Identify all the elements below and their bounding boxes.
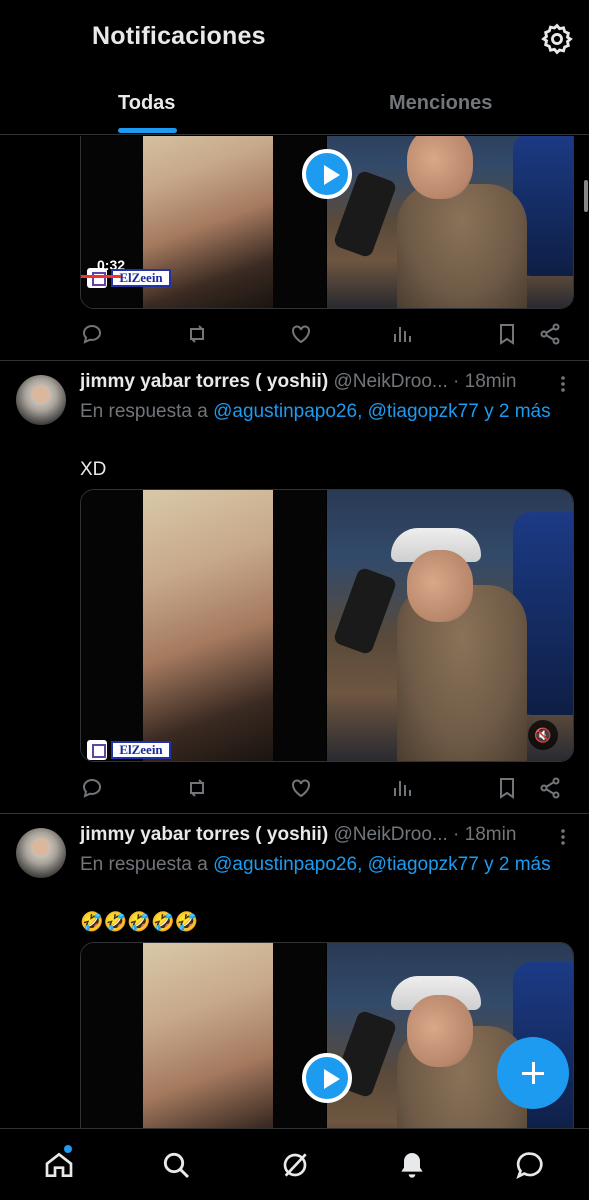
- video-player[interactable]: ElZeein 🔇: [80, 489, 574, 762]
- compose-button[interactable]: [497, 1037, 569, 1109]
- watermark: ElZeein: [111, 741, 171, 759]
- video-player[interactable]: [80, 942, 574, 1128]
- avatar[interactable]: [16, 375, 66, 425]
- home-icon[interactable]: [43, 1149, 75, 1181]
- more-vertical-icon[interactable]: [556, 827, 570, 847]
- comment-icon[interactable]: [80, 322, 104, 346]
- reply-prefix: En respuesta a: [80, 401, 208, 422]
- watermark: ElZeein: [111, 269, 171, 287]
- separator: ·: [453, 824, 460, 845]
- bell-icon[interactable]: [396, 1149, 428, 1181]
- tweet-text: XD: [80, 459, 107, 480]
- post-time: 18min: [464, 824, 517, 845]
- active-tab-indicator: [118, 128, 177, 133]
- mention-link[interactable]: @agustinpapo26: [213, 854, 357, 875]
- chart-icon[interactable]: [390, 776, 414, 800]
- reply-context: En respuesta a @agustinpapo26, @tiagopzk…: [80, 851, 570, 878]
- separator: ·: [453, 371, 460, 392]
- author-handle[interactable]: @NeikDroo...: [333, 371, 447, 392]
- tab-menciones[interactable]: Menciones: [389, 92, 492, 115]
- twitch-icon: [87, 740, 107, 760]
- mention-link[interactable]: @tiagopzk77 y 2 más: [368, 854, 551, 875]
- gear-icon[interactable]: [540, 22, 574, 56]
- divider: [0, 360, 589, 361]
- tab-todas[interactable]: Todas: [118, 92, 175, 115]
- retweet-icon[interactable]: [185, 776, 209, 800]
- notification-dot: [64, 1145, 72, 1153]
- mention-link[interactable]: @tiagopzk77 y 2 más: [368, 401, 551, 422]
- heart-icon[interactable]: [289, 322, 313, 346]
- author-handle[interactable]: @NeikDroo...: [333, 824, 447, 845]
- share-icon[interactable]: [538, 776, 562, 800]
- author-line: jimmy yabar torres ( yoshii) @NeikDroo..…: [80, 371, 516, 393]
- video-player[interactable]: 0:32 ElZeein: [80, 136, 574, 309]
- author-line: jimmy yabar torres ( yoshii) @NeikDroo..…: [80, 824, 516, 846]
- bookmark-icon[interactable]: [495, 776, 519, 800]
- twitch-icon: [87, 268, 107, 288]
- mention-comma: ,: [357, 401, 363, 422]
- mute-icon[interactable]: 🔇: [528, 720, 558, 750]
- author-name[interactable]: jimmy yabar torres ( yoshii): [80, 824, 328, 845]
- reply-context: En respuesta a @agustinpapo26, @tiagopzk…: [80, 398, 570, 425]
- post-actions: [80, 322, 560, 352]
- tweet-text: 🤣🤣🤣🤣🤣: [80, 912, 199, 933]
- grok-icon[interactable]: [279, 1149, 311, 1181]
- play-icon[interactable]: [302, 149, 352, 199]
- video-progress[interactable]: [81, 275, 281, 278]
- comment-icon[interactable]: [80, 776, 104, 800]
- share-icon[interactable]: [538, 322, 562, 346]
- page-title: Notificaciones: [92, 22, 266, 50]
- notification-feed: 0:32 ElZeein jimmy yabar torres ( yoshii…: [0, 136, 589, 1128]
- bookmark-icon[interactable]: [495, 322, 519, 346]
- bottom-nav: [0, 1128, 589, 1200]
- reply-prefix: En respuesta a: [80, 854, 208, 875]
- post-actions: [80, 776, 560, 806]
- top-header: Notificaciones Todas Menciones: [0, 0, 589, 135]
- heart-icon[interactable]: [289, 776, 313, 800]
- post-time: 18min: [464, 371, 517, 392]
- mention-comma: ,: [357, 854, 363, 875]
- avatar[interactable]: [16, 828, 66, 878]
- chart-icon[interactable]: [390, 322, 414, 346]
- play-icon[interactable]: [302, 1053, 352, 1103]
- more-vertical-icon[interactable]: [556, 374, 570, 394]
- mention-link[interactable]: @agustinpapo26: [213, 401, 357, 422]
- divider: [0, 813, 589, 814]
- search-icon[interactable]: [160, 1149, 192, 1181]
- messages-icon[interactable]: [514, 1149, 546, 1181]
- retweet-icon[interactable]: [185, 322, 209, 346]
- author-name[interactable]: jimmy yabar torres ( yoshii): [80, 371, 328, 392]
